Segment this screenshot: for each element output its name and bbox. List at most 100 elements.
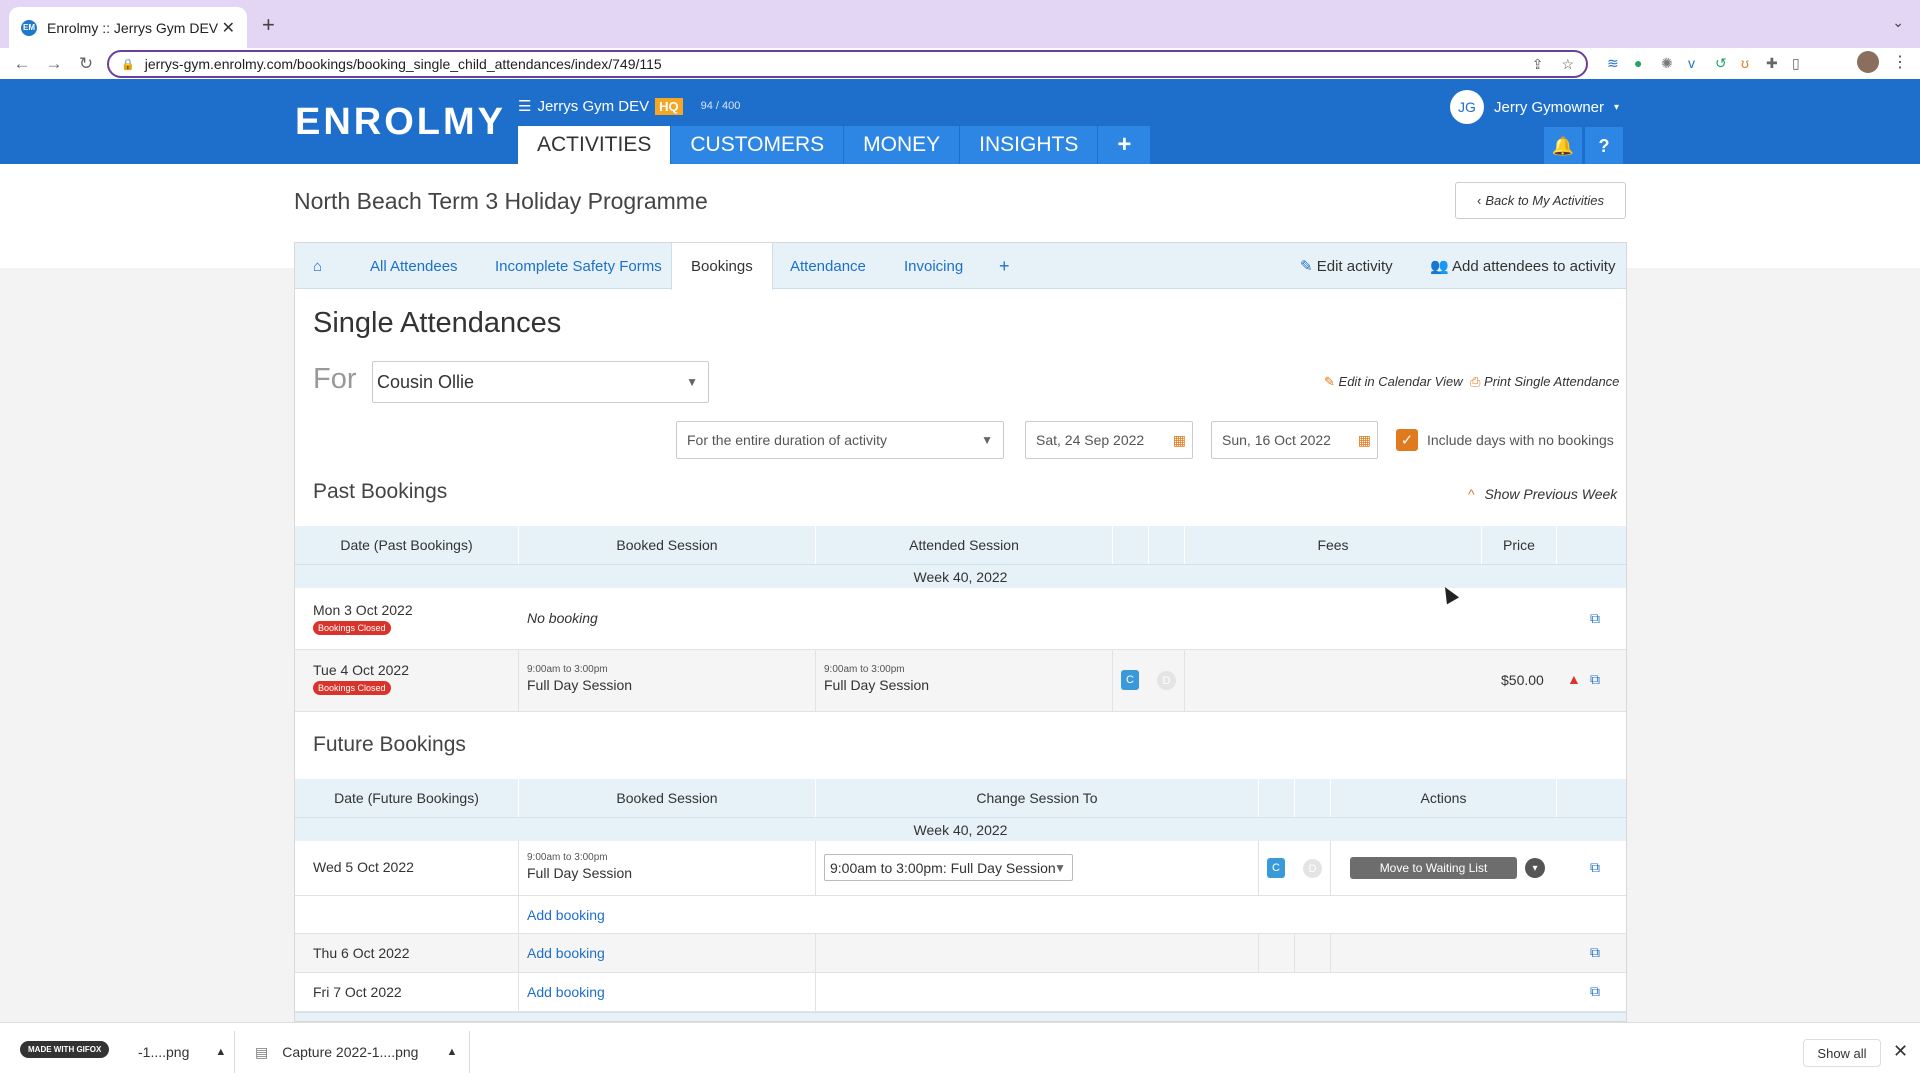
extension-icon[interactable]: ✺ — [1661, 55, 1673, 72]
show-all-button[interactable]: Show all — [1803, 1039, 1881, 1067]
nav-add-icon[interactable]: + — [1098, 126, 1151, 164]
notification-bell-icon[interactable]: 🔔 — [1544, 127, 1582, 165]
chevron-down-icon: ▼ — [686, 375, 698, 389]
duration-select[interactable]: For the entire duration of activity ▼ — [676, 421, 1004, 459]
puzzle-icon[interactable]: ✚ — [1766, 55, 1778, 72]
child-select[interactable]: Cousin Ollie ▼ — [372, 361, 709, 403]
add-booking-link[interactable]: Add booking — [527, 945, 605, 961]
profile-avatar[interactable] — [1857, 51, 1879, 73]
chevron-left-icon: ‹ — [1476, 193, 1482, 208]
add-tab-icon[interactable]: + — [999, 243, 1010, 289]
back-button-label: Back to My Activities — [1485, 193, 1605, 208]
extension-icon[interactable]: ʊ — [1741, 55, 1749, 71]
price-value: $50.00 — [1501, 672, 1544, 688]
org-switcher[interactable]: ☰ Jerrys Gym DEV HQ 94 / 400 — [518, 97, 740, 115]
help-icon[interactable]: ? — [1585, 127, 1623, 165]
add-booking-link[interactable]: Add booking — [527, 984, 605, 1000]
enrolmy-logo[interactable]: ENROLMY — [295, 101, 506, 144]
edit-calendar-link[interactable]: ✎ Edit in Calendar View — [1324, 374, 1463, 390]
tab-invoicing[interactable]: Invoicing — [904, 243, 963, 289]
tab-attendance[interactable]: Attendance — [790, 243, 866, 289]
download-bar: MADE WITH GIFOX -1....png ▲ ▤ Capture 20… — [0, 1022, 1920, 1080]
change-session-select[interactable]: 9:00am to 3:00pm: Full Day Session ▼ — [824, 854, 1073, 881]
external-link-icon[interactable]: ⧉ — [1590, 671, 1600, 688]
move-to-waiting-list-button[interactable]: Move to Waiting List — [1350, 857, 1517, 879]
tab-search-chevron-icon[interactable]: ⌄ — [1892, 14, 1904, 31]
external-link-icon[interactable]: ⧉ — [1590, 983, 1600, 1000]
session-name: Full Day Session — [527, 865, 633, 881]
bookmark-star-icon[interactable]: ☆ — [1561, 56, 1574, 73]
tab-all-attendees[interactable]: All Attendees — [370, 243, 458, 289]
address-bar[interactable]: 🔒 jerrys-gym.enrolmy.com/bookings/bookin… — [107, 50, 1588, 78]
vimeo-icon[interactable]: v — [1688, 55, 1695, 71]
checkmark-icon[interactable]: ✓ — [1396, 429, 1418, 451]
extension-icon[interactable]: ≋ — [1607, 55, 1619, 72]
casual-badge[interactable]: C — [1121, 670, 1139, 690]
tab-bookings[interactable]: Bookings — [671, 243, 773, 290]
close-tab-icon[interactable]: ✕ — [222, 18, 235, 38]
col-date[interactable]: Date (Past Bookings) — [295, 526, 518, 564]
forward-arrow-icon[interactable]: → — [38, 54, 70, 74]
discount-badge[interactable]: D — [1303, 859, 1322, 878]
download-filename: Capture 2022-1....png — [282, 1044, 419, 1060]
share-icon[interactable]: ⇪ — [1532, 56, 1544, 73]
external-link-icon[interactable]: ⧉ — [1590, 610, 1600, 627]
add-attendees-link[interactable]: 👥 Add attendees to activity — [1430, 257, 1615, 275]
chevron-up-icon[interactable]: ▲ — [446, 1046, 457, 1058]
close-icon[interactable]: ✕ — [1893, 1041, 1908, 1062]
nav-money[interactable]: MONEY — [844, 126, 960, 164]
change-session-value: 9:00am to 3:00pm: Full Day Session — [830, 859, 1056, 876]
back-to-activities-button[interactable]: ‹ Back to My Activities — [1455, 182, 1626, 219]
discount-badge[interactable]: D — [1157, 671, 1176, 690]
for-label: For — [313, 363, 357, 395]
users-icon: 👥 — [1430, 258, 1449, 275]
grammarly-icon[interactable]: ● — [1634, 55, 1642, 71]
casual-badge[interactable]: C — [1267, 858, 1285, 878]
download-item[interactable]: ▤ Capture 2022-1....png ▲ — [255, 1023, 457, 1080]
back-arrow-icon[interactable]: ← — [6, 54, 38, 74]
home-icon[interactable]: ⌂ — [313, 243, 322, 289]
reload-icon[interactable]: ↻ — [70, 54, 102, 74]
session-time: 9:00am to 3:00pm — [527, 852, 608, 863]
add-booking-link[interactable]: Add booking — [527, 907, 605, 923]
chevron-up-icon[interactable]: ▲ — [215, 1046, 226, 1058]
col-blank — [1112, 526, 1148, 564]
download-item[interactable]: -1....png ▲ — [138, 1023, 226, 1080]
extension-icon[interactable]: ↺ — [1715, 55, 1727, 72]
cell-divider — [1294, 934, 1295, 973]
divider — [234, 1031, 235, 1073]
date-from-input[interactable]: Sat, 24 Sep 2022 ▦ — [1025, 421, 1193, 459]
attended-session-cell: 9:00am to 3:00pm Full Day Session — [824, 664, 929, 693]
print-single-link[interactable]: ⎙ Print Single Attendance — [1470, 374, 1619, 390]
browser-menu-icon[interactable]: ⋮ — [1892, 52, 1908, 72]
row-date: Tue 4 Oct 2022 — [313, 662, 409, 678]
table-row: Add booking — [295, 896, 1626, 934]
nav-customers[interactable]: CUSTOMERS — [671, 126, 844, 164]
warning-icon[interactable]: ▲ — [1567, 671, 1581, 687]
date-to-input[interactable]: Sun, 16 Oct 2022 ▦ — [1211, 421, 1378, 459]
session-time: 9:00am to 3:00pm — [824, 664, 905, 675]
calendar-icon[interactable]: ▦ — [1358, 432, 1371, 449]
divider — [469, 1031, 470, 1073]
user-menu[interactable]: JG Jerry Gymowner ▾ — [1450, 90, 1619, 124]
edit-activity-link[interactable]: ✎ Edit activity — [1300, 257, 1393, 275]
url-text[interactable]: jerrys-gym.enrolmy.com/bookings/booking_… — [145, 56, 1514, 72]
external-link-icon[interactable]: ⧉ — [1590, 944, 1600, 961]
more-actions-icon[interactable]: ▾ — [1525, 858, 1545, 878]
main-nav: ACTIVITIES CUSTOMERS MONEY INSIGHTS + — [518, 126, 1151, 164]
col-date[interactable]: Date (Future Bookings) — [295, 779, 518, 817]
show-previous-week-link[interactable]: ^ Show Previous Week — [1468, 486, 1617, 502]
nav-activities[interactable]: ACTIVITIES — [518, 126, 671, 164]
browser-tab[interactable]: EM Enrolmy :: Jerrys Gym DEV ✕ — [9, 7, 247, 48]
external-link-icon[interactable]: ⧉ — [1590, 859, 1600, 876]
sidepanel-icon[interactable]: ▯ — [1792, 55, 1800, 72]
chevron-down-icon: ▼ — [981, 433, 993, 447]
nav-insights[interactable]: INSIGHTS — [960, 126, 1098, 164]
hamburger-icon[interactable]: ☰ — [518, 97, 531, 115]
tab-incomplete-safety-forms[interactable]: Incomplete Safety Forms — [495, 243, 662, 289]
new-tab-icon[interactable]: + — [262, 12, 275, 38]
session-name: Full Day Session — [527, 677, 633, 693]
include-days-checkbox[interactable]: ✓ Include days with no bookings — [1396, 429, 1614, 451]
favicon-icon: EM — [21, 19, 37, 36]
calendar-icon[interactable]: ▦ — [1173, 432, 1186, 449]
